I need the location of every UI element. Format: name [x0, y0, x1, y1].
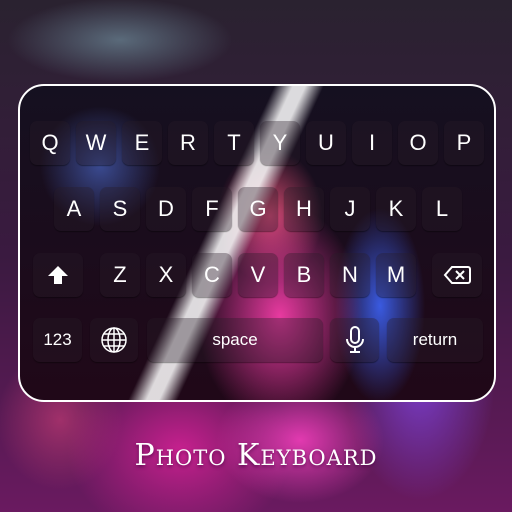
backspace-key[interactable]: [432, 253, 482, 297]
key-a[interactable]: A: [54, 187, 94, 231]
key-l[interactable]: L: [422, 187, 462, 231]
key-t[interactable]: T: [214, 121, 254, 165]
key-y[interactable]: Y: [260, 121, 300, 165]
keyboard-preview: Q W E R T Y U I O P A S D F G H J K L Z X C V B N M 123 space return: [18, 84, 496, 402]
app-title: Photo Keyboard: [134, 438, 378, 473]
key-n[interactable]: N: [330, 253, 370, 297]
key-p[interactable]: P: [444, 121, 484, 165]
key-f[interactable]: F: [192, 187, 232, 231]
space-key[interactable]: space: [147, 318, 323, 362]
key-h[interactable]: H: [284, 187, 324, 231]
key-m[interactable]: M: [376, 253, 416, 297]
microphone-key[interactable]: [330, 318, 379, 362]
key-j[interactable]: J: [330, 187, 370, 231]
key-g[interactable]: G: [238, 187, 278, 231]
return-key[interactable]: return: [387, 318, 483, 362]
microphone-icon: [345, 326, 364, 353]
key-r[interactable]: R: [168, 121, 208, 165]
numbers-key[interactable]: 123: [33, 318, 82, 362]
key-z[interactable]: Z: [100, 253, 140, 297]
key-x[interactable]: X: [146, 253, 186, 297]
shift-key[interactable]: [33, 253, 83, 297]
backspace-icon: [443, 266, 471, 284]
key-d[interactable]: D: [146, 187, 186, 231]
key-w[interactable]: W: [76, 121, 116, 165]
shift-arrow-icon: [48, 266, 68, 284]
key-k[interactable]: K: [376, 187, 416, 231]
key-v[interactable]: V: [238, 253, 278, 297]
key-c[interactable]: C: [192, 253, 232, 297]
key-o[interactable]: O: [398, 121, 438, 165]
key-b[interactable]: B: [284, 253, 324, 297]
key-s[interactable]: S: [100, 187, 140, 231]
key-e[interactable]: E: [122, 121, 162, 165]
key-i[interactable]: I: [352, 121, 392, 165]
globe-key[interactable]: [90, 318, 138, 362]
key-q[interactable]: Q: [30, 121, 70, 165]
key-u[interactable]: U: [306, 121, 346, 165]
globe-icon: [101, 327, 127, 353]
